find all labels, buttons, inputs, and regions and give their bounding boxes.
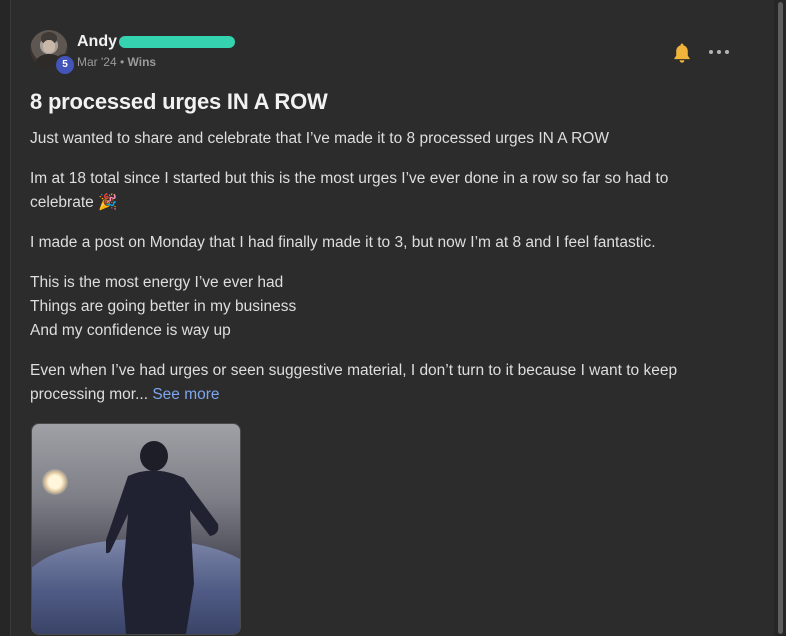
line-1: This is the most energy I’ve ever had xyxy=(30,274,284,291)
paragraph-3: I made a post on Monday that I had final… xyxy=(30,234,656,251)
paragraph-1: Just wanted to share and celebrate that … xyxy=(30,130,609,147)
truncated-text: Even when I’ve had urges or seen suggest… xyxy=(30,362,678,403)
scrollbar[interactable] xyxy=(774,0,786,636)
level-badge: 5 xyxy=(54,54,76,76)
post-header: 5 Andy Mar '24 • Wins xyxy=(30,30,745,76)
paragraph-2: Im at 18 total since I started but this … xyxy=(30,170,669,211)
paragraph-5: Even when I’ve had urges or seen suggest… xyxy=(30,359,720,407)
post-image[interactable] xyxy=(31,423,241,635)
author-row: Andy xyxy=(77,32,235,52)
more-options-icon[interactable] xyxy=(709,50,729,56)
scrollbar-thumb[interactable] xyxy=(778,2,783,634)
line-3: And my confidence is way up xyxy=(30,322,231,339)
paragraph-4: This is the most energy I’ve ever had Th… xyxy=(30,271,720,343)
see-more-link[interactable]: See more xyxy=(152,386,219,403)
bell-icon[interactable] xyxy=(673,42,691,64)
redacted-surname xyxy=(119,36,235,48)
post-title: 8 processed urges IN A ROW xyxy=(30,89,328,114)
author-name[interactable]: Andy xyxy=(77,33,117,51)
post-card: 5 Andy Mar '24 • Wins 8 processed urges … xyxy=(10,0,776,636)
meta-separator: • xyxy=(119,55,125,69)
post-meta: Mar '24 • Wins xyxy=(77,55,156,69)
page: 5 Andy Mar '24 • Wins 8 processed urges … xyxy=(0,0,786,636)
line-2: Things are going better in my business xyxy=(30,298,297,315)
post-date[interactable]: Mar '24 xyxy=(77,55,117,69)
post-category[interactable]: Wins xyxy=(128,55,157,69)
post-body: Just wanted to share and celebrate that … xyxy=(30,127,720,423)
